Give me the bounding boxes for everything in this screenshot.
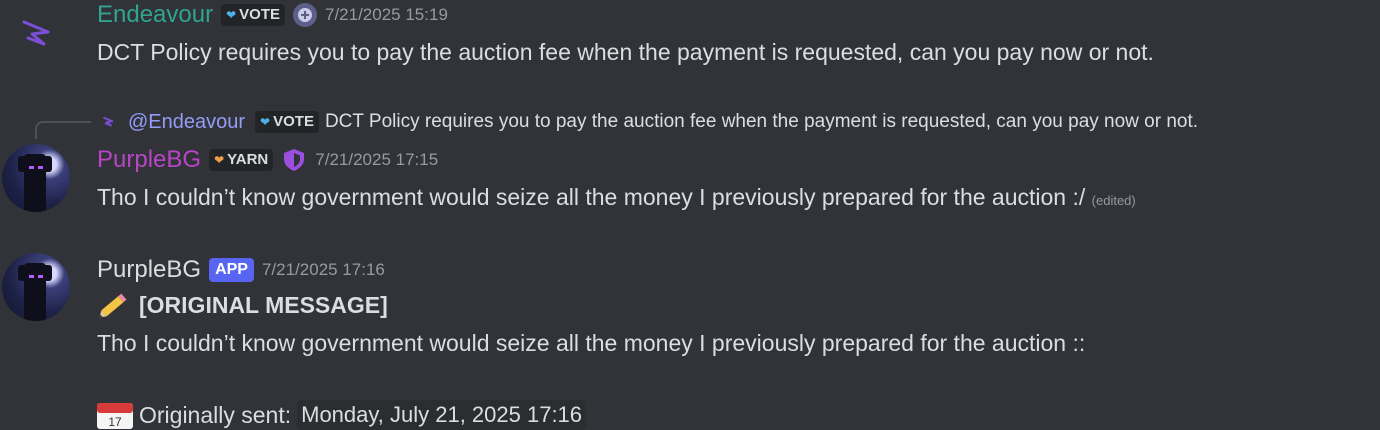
server-tag-badge[interactable]: ❤ VOTE (221, 4, 285, 26)
server-tag-badge[interactable]: ❤ YARN (209, 149, 274, 171)
heart-icon: ❤ (214, 153, 225, 167)
timestamp[interactable]: 7/21/2025 17:16 (262, 255, 385, 285)
avatar-figure (18, 263, 52, 321)
timestamp[interactable]: 7/21/2025 15:19 (325, 0, 448, 30)
message-text: Tho I couldn’t know government would sei… (97, 330, 1086, 356)
arrow-logo-icon (103, 116, 114, 127)
originally-sent-label: Originally sent: (139, 402, 292, 428)
heart-icon: ❤ (226, 8, 237, 22)
reply-text: DCT Policy requires you to pay the aucti… (324, 111, 1199, 132)
username[interactable]: PurpleBG (97, 145, 201, 175)
reply-preview[interactable]: @Endeavour ❤ VOTE DCT Policy requires yo… (102, 107, 1198, 137)
message-3: PurpleBG APP 7/21/2025 17:16 [ORIGINAL M… (0, 253, 1380, 430)
message-text: DCT Policy requires you to pay the aucti… (97, 39, 1154, 65)
pencil-icon (99, 293, 127, 318)
calendar-icon: 17 (97, 403, 133, 429)
plus-circle-icon[interactable] (293, 3, 317, 27)
edited-label: (edited) (1091, 193, 1136, 208)
message-text: Tho I couldn’t know government would sei… (97, 184, 1136, 210)
originally-sent-row: 17 Originally sent: Monday, July 21, 202… (97, 400, 587, 430)
username[interactable]: PurpleBG (97, 255, 201, 285)
username[interactable]: Endeavour (97, 0, 213, 30)
reply-mention[interactable]: @Endeavour (128, 111, 245, 134)
original-message-header: [ORIGINAL MESSAGE] (139, 292, 388, 318)
heart-icon: ❤ (260, 115, 271, 129)
shield-icon[interactable] (281, 147, 307, 173)
svg-text:17: 17 (108, 415, 122, 429)
timestamp-chip[interactable]: Monday, July 21, 2025 17:16 (297, 400, 587, 430)
embed-header: [ORIGINAL MESSAGE] (97, 290, 388, 320)
purplebg-avatar[interactable] (2, 253, 70, 321)
message-2: PurpleBG ❤ YARN 7/21/2025 17:15 Tho I co… (0, 144, 1380, 216)
app-badge: APP (209, 258, 254, 282)
arrow-logo-icon (22, 20, 50, 46)
purplebg-avatar[interactable] (2, 144, 70, 212)
reply-connector (35, 121, 91, 139)
avatar-figure (18, 154, 52, 212)
reply-badge: ❤ VOTE (255, 111, 319, 133)
timestamp[interactable]: 7/21/2025 17:15 (315, 145, 438, 175)
endeavour-avatar[interactable] (18, 14, 58, 54)
message-1: Endeavour ❤ VOTE 7/21/2025 15:19 DCT Pol… (0, 0, 1380, 72)
